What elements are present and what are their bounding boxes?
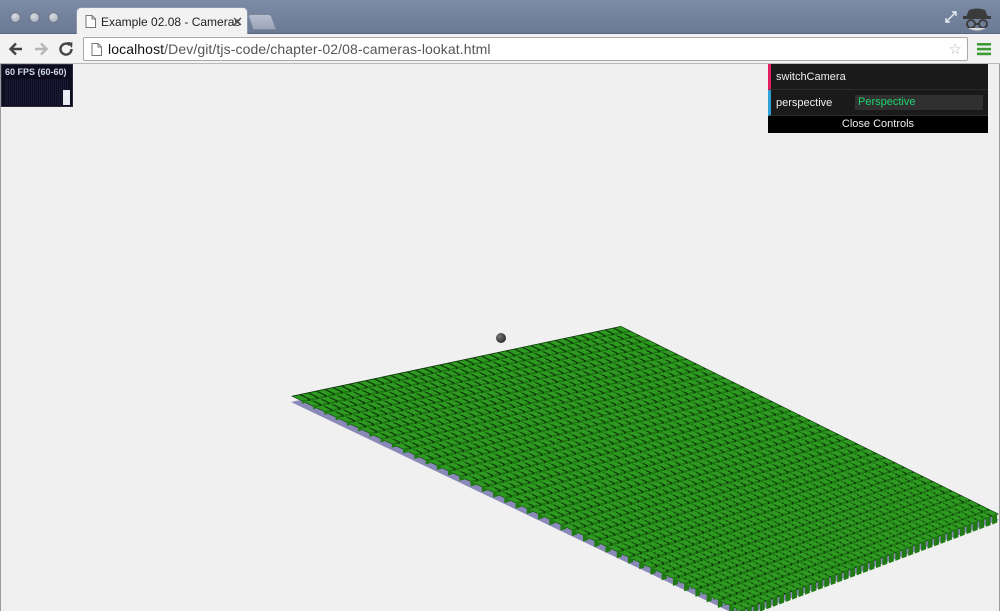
perspective-label: perspective (776, 97, 833, 109)
cube-front-face (843, 569, 849, 581)
url-host: localhost (108, 41, 165, 57)
cube-front-face (863, 562, 868, 573)
window-titlebar: Example 02.08 - Cameras (0, 0, 1000, 35)
cube-front-face (888, 552, 894, 564)
cube-front-face (946, 530, 952, 542)
tab-title: Example 02.08 - Cameras (101, 15, 241, 29)
perspective-control: perspective Perspective (768, 90, 988, 116)
incognito-icon (963, 8, 991, 31)
address-bar[interactable]: localhost/Dev/git/tjs-code/chapter-02/08… (83, 37, 968, 61)
cube-front-face (901, 547, 907, 559)
close-controls-button[interactable]: Close Controls (768, 116, 988, 133)
cube-front-face (837, 571, 843, 583)
url-text: localhost/Dev/git/tjs-code/chapter-02/08… (108, 41, 491, 57)
cube-front-face (953, 528, 959, 540)
cube-front-face (966, 523, 972, 535)
menu-icon[interactable] (976, 41, 992, 57)
cube-front-face (992, 513, 998, 525)
new-tab-button[interactable] (247, 14, 277, 30)
cube-front-face (895, 550, 901, 561)
cube-front-face (811, 581, 817, 593)
minimize-window-icon[interactable] (29, 12, 40, 23)
page-icon (85, 15, 96, 28)
dat-gui-panel: switchCamera perspective Perspective Clo… (768, 64, 988, 133)
cube-front-face (940, 533, 946, 544)
url-path: /Dev/git/tjs-code/chapter-02/08-cameras-… (164, 41, 491, 57)
cube-front-face (706, 592, 712, 603)
cube-front-face (772, 596, 778, 607)
lookat-marker (496, 333, 506, 343)
fps-stats-panel[interactable]: 60 FPS (60-60) (1, 64, 73, 107)
cube-front-face (921, 540, 927, 552)
cube-front-face (927, 537, 933, 549)
cube-front-face (959, 525, 965, 537)
switch-camera-control[interactable]: switchCamera (768, 64, 988, 90)
browser-tab[interactable]: Example 02.08 - Cameras (76, 7, 248, 35)
cube-front-face (972, 520, 978, 532)
cube-front-face (979, 518, 985, 530)
fps-readout: 60 FPS (60-60) (5, 67, 67, 77)
tab-close-icon[interactable] (233, 17, 242, 26)
zoom-window-icon[interactable] (48, 12, 59, 23)
fps-graph-bar (63, 90, 70, 105)
cube-front-face (830, 574, 836, 586)
cube-front-face (908, 545, 914, 556)
cube-front-face (792, 588, 797, 600)
perspective-value-field[interactable]: Perspective (855, 95, 983, 110)
forward-arrow-icon[interactable] (31, 39, 51, 59)
cube-front-face (717, 597, 723, 608)
cube-front-face (779, 593, 785, 605)
cube-front-face (985, 516, 991, 527)
cube-front-face (914, 542, 920, 554)
cube-front-face (869, 559, 875, 571)
cube-front-face (934, 535, 939, 547)
cube-front-face (817, 579, 823, 590)
cube-front-face (785, 591, 791, 603)
cube-front-face (824, 576, 830, 588)
reload-icon[interactable] (56, 39, 76, 59)
page-viewport[interactable]: 60 FPS (60-60) switchCamera perspective … (0, 64, 1000, 611)
fullscreen-icon[interactable] (944, 10, 958, 24)
cube-front-face (856, 564, 862, 576)
cube-front-face (766, 598, 772, 610)
cube-front-face (804, 583, 810, 595)
back-arrow-icon[interactable] (6, 39, 26, 59)
browser-toolbar: localhost/Dev/git/tjs-code/chapter-02/08… (0, 34, 1000, 64)
close-window-icon[interactable] (10, 12, 21, 23)
cube-front-face (882, 554, 888, 566)
cube-front-face (850, 567, 856, 578)
page-icon (91, 43, 102, 56)
cube-front-face (798, 586, 804, 598)
fps-graph (5, 79, 69, 105)
star-icon[interactable]: ☆ (949, 40, 962, 58)
cube-front-face (875, 557, 881, 569)
switch-camera-label: switchCamera (776, 71, 846, 83)
